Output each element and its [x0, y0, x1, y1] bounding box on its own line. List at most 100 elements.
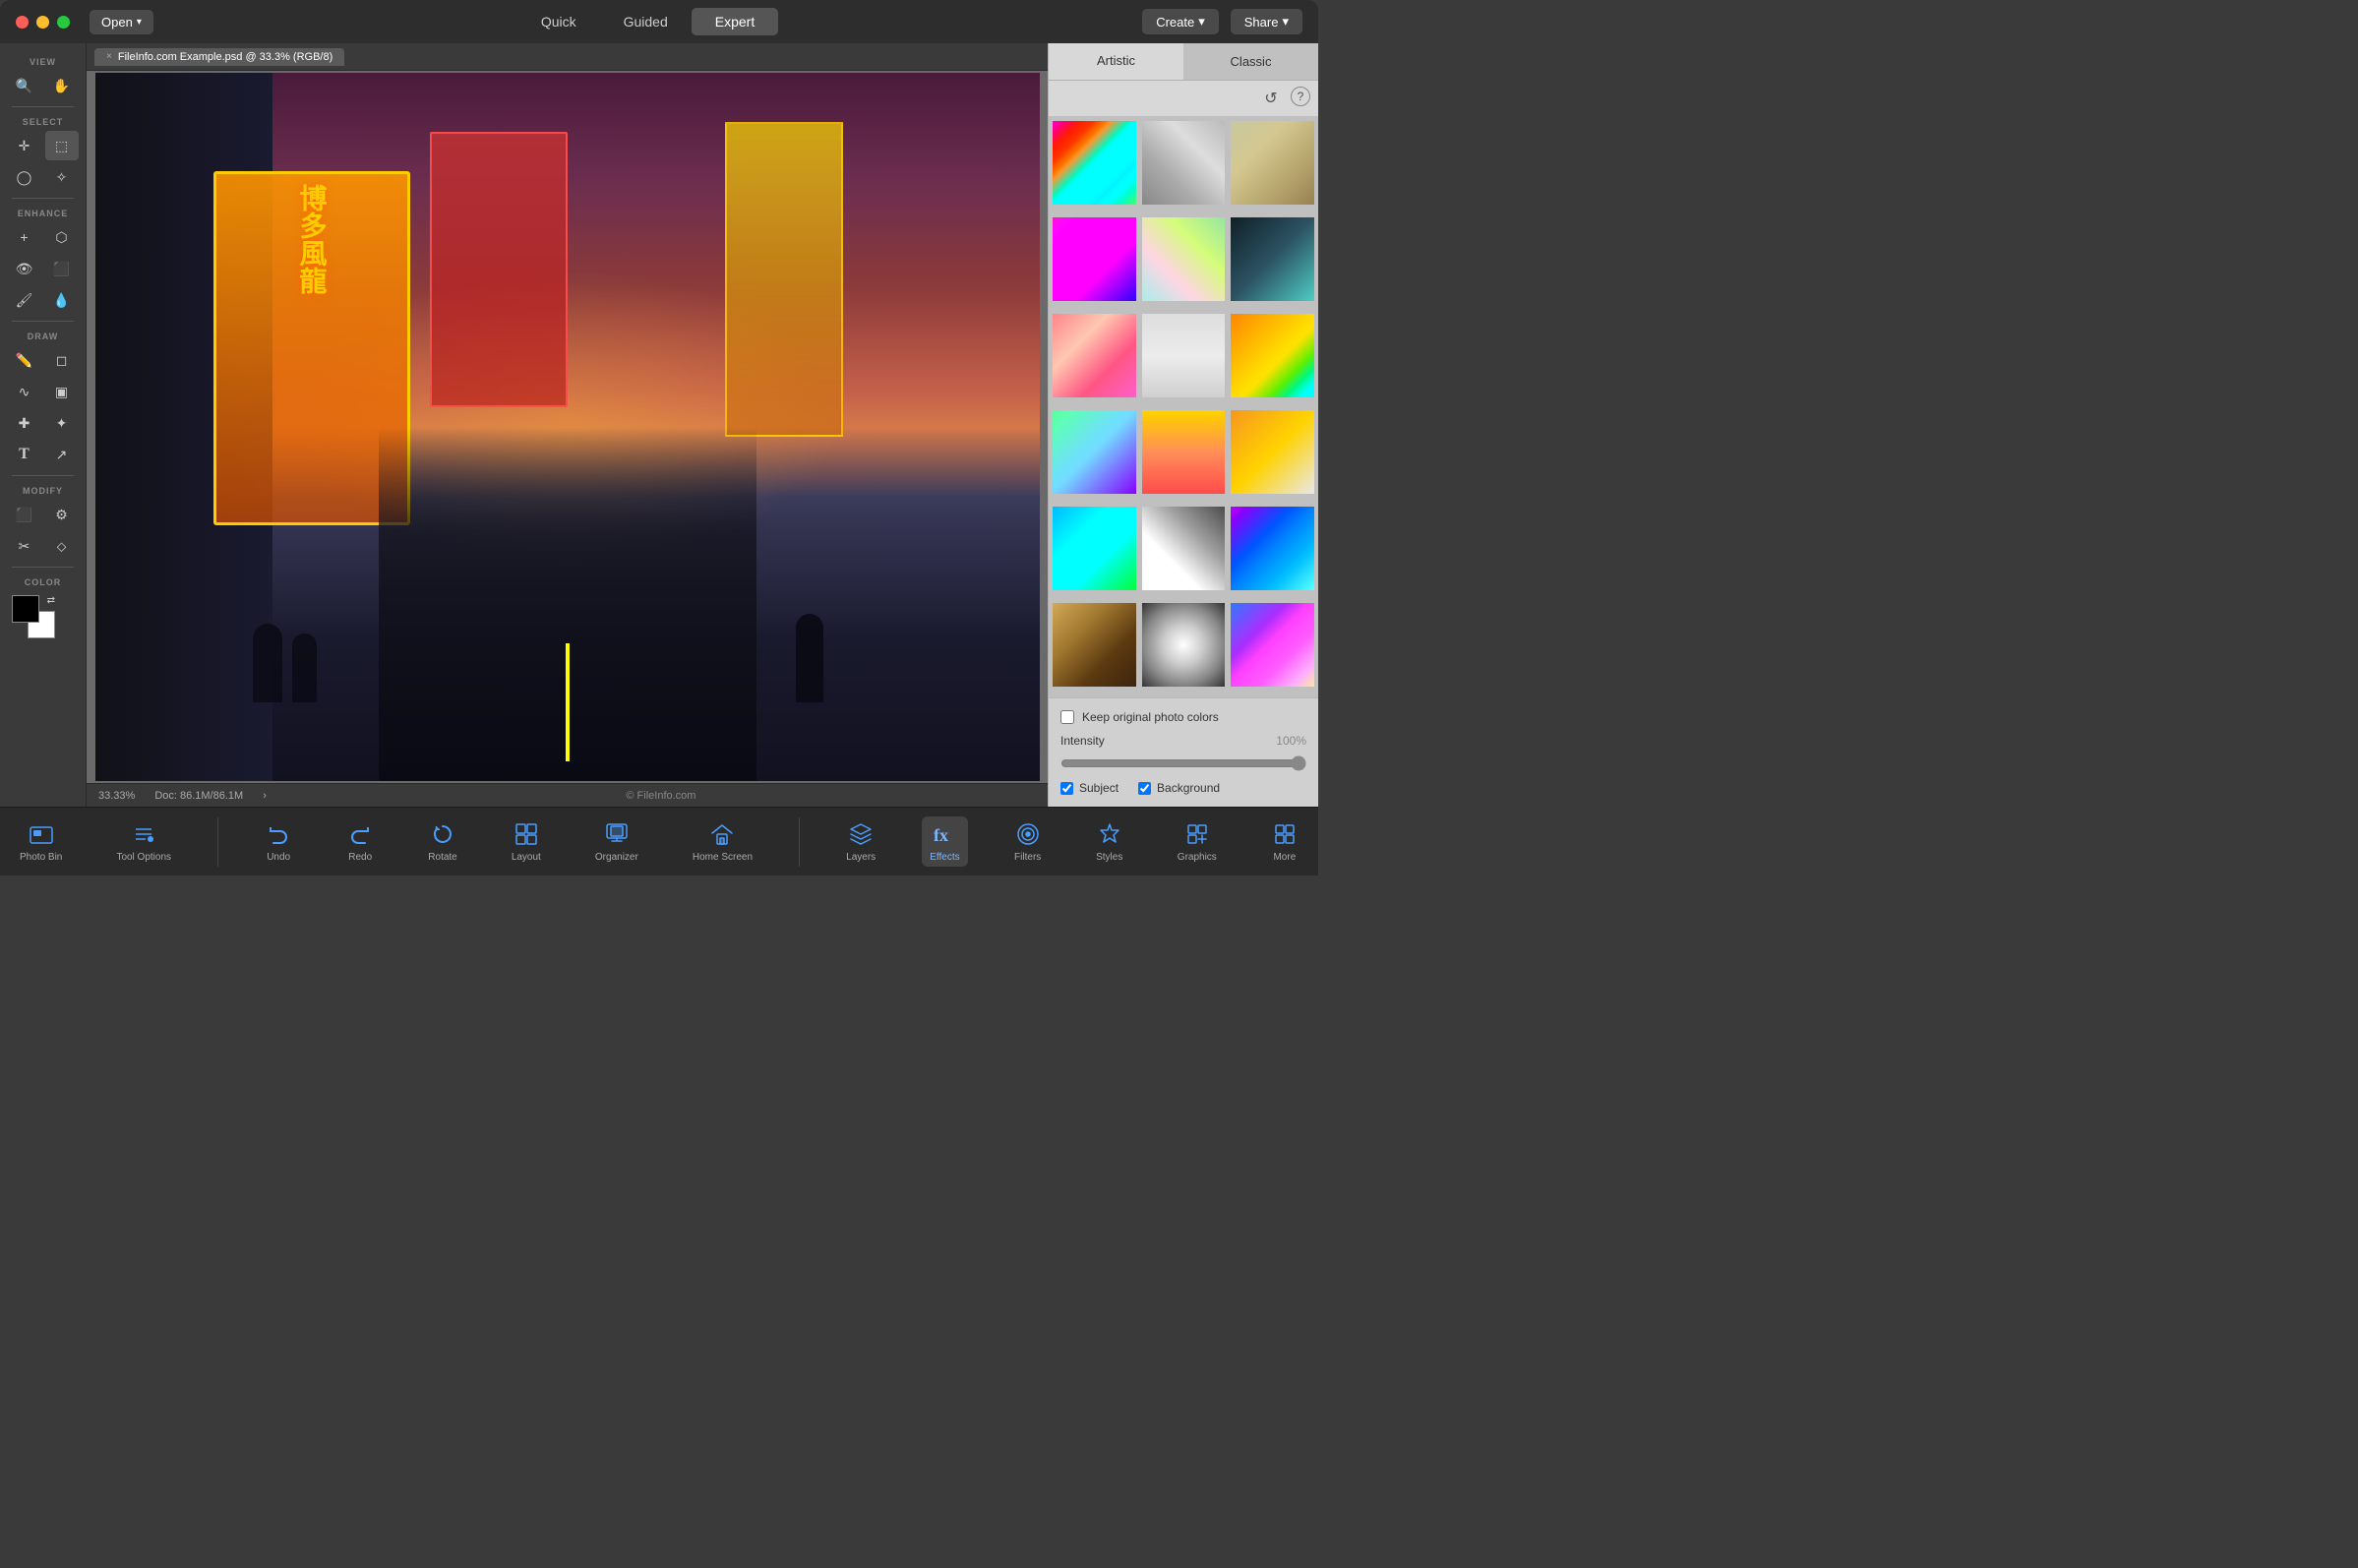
- guided-mode-button[interactable]: Guided: [600, 8, 692, 35]
- main-area: VIEW 🔍 ✋ SELECT ✛ ⬚ ◯ ✧ ENHANCE + ⬡ 👁 ⬛ …: [0, 43, 1318, 807]
- paintbucket-tool[interactable]: ✦: [45, 408, 79, 438]
- refresh-icon[interactable]: ↺: [1259, 87, 1283, 110]
- filter-thumb-5[interactable]: [1140, 215, 1228, 303]
- graphics-tool[interactable]: Graphics: [1170, 816, 1225, 867]
- styles-tool[interactable]: Styles: [1088, 816, 1131, 867]
- hand-tool[interactable]: ✋: [45, 71, 79, 100]
- create-button[interactable]: Create ▾: [1142, 9, 1219, 34]
- close-button[interactable]: [16, 16, 29, 29]
- color-section-label: COLOR: [4, 577, 82, 587]
- foreground-color-swatch[interactable]: [12, 595, 39, 623]
- tool-options-tool[interactable]: Tool Options: [108, 816, 179, 867]
- filter-thumb-4[interactable]: [1051, 215, 1138, 303]
- subject-checkbox[interactable]: [1060, 782, 1073, 795]
- filter-thumb-2[interactable]: [1140, 119, 1228, 207]
- layout-tool[interactable]: Layout: [504, 816, 549, 867]
- help-icon[interactable]: ?: [1291, 87, 1310, 106]
- layers-tool[interactable]: Layers: [838, 816, 883, 867]
- pencil-tool[interactable]: ✏️: [8, 345, 41, 375]
- background-checkbox[interactable]: [1138, 782, 1151, 795]
- filters-icon: [1014, 820, 1042, 848]
- zoom-tool[interactable]: 🔍: [8, 71, 41, 100]
- tab-close-icon[interactable]: ×: [106, 51, 112, 62]
- tab-artistic[interactable]: Artistic: [1049, 43, 1183, 80]
- marquee-tool[interactable]: ⬚: [45, 131, 79, 160]
- intensity-slider[interactable]: [1060, 755, 1306, 771]
- rotate-tool[interactable]: Rotate: [420, 816, 464, 867]
- rotate-icon: [429, 820, 456, 848]
- organizer-tool[interactable]: Organizer: [587, 816, 646, 867]
- subject-label[interactable]: Subject: [1079, 781, 1119, 795]
- person-silhouette-1: [253, 624, 282, 702]
- crop-modify-tool[interactable]: ⬛: [8, 500, 41, 529]
- photo-bin-label: Photo Bin: [20, 852, 62, 863]
- filter-thumb-9[interactable]: [1229, 312, 1316, 399]
- keep-colors-checkbox[interactable]: [1060, 710, 1074, 724]
- maximize-button[interactable]: [57, 16, 70, 29]
- crop-tool[interactable]: +: [8, 222, 41, 252]
- filter-thumb-12[interactable]: [1229, 408, 1316, 496]
- filter-thumb-10[interactable]: [1051, 408, 1138, 496]
- undo-tool[interactable]: Undo: [257, 816, 300, 867]
- eye-tool[interactable]: 👁: [8, 254, 41, 283]
- transform-settings-tool[interactable]: ⚙: [45, 500, 79, 529]
- filter-thumb-8[interactable]: [1140, 312, 1228, 399]
- filter-thumb-14[interactable]: [1140, 505, 1228, 592]
- gradient-tool[interactable]: ▣: [45, 377, 79, 406]
- color-swatches[interactable]: ⇄: [12, 595, 55, 638]
- lasso-tool[interactable]: ◯: [8, 162, 41, 192]
- quick-select-tool[interactable]: ✧: [45, 162, 79, 192]
- open-button[interactable]: Open ▾: [90, 10, 153, 34]
- brush-tool[interactable]: 🖌: [8, 285, 41, 315]
- photo-bin-tool[interactable]: Photo Bin: [12, 816, 70, 867]
- person-silhouette-2: [292, 633, 317, 702]
- divider-4: [12, 475, 74, 476]
- share-button[interactable]: Share ▾: [1231, 9, 1302, 34]
- smart-brush-tool[interactable]: ⬦: [45, 531, 79, 561]
- filter-thumb-6[interactable]: [1229, 215, 1316, 303]
- text-tool[interactable]: T: [8, 440, 41, 469]
- redo-tool[interactable]: Redo: [338, 816, 382, 867]
- filter-thumb-15[interactable]: [1229, 505, 1316, 592]
- filter-preview-11: [1142, 410, 1226, 494]
- drop-tool[interactable]: 💧: [45, 285, 79, 315]
- panel-tabs: Artistic Classic: [1049, 43, 1318, 81]
- eyedropper-tool[interactable]: ✚: [8, 408, 41, 438]
- filter-preview-2: [1142, 121, 1226, 205]
- filter-thumb-1[interactable]: [1051, 119, 1138, 207]
- background-label[interactable]: Background: [1157, 781, 1220, 795]
- layers-icon: [847, 820, 875, 848]
- blur-tool[interactable]: ↗: [45, 440, 79, 469]
- filter-preview-8: [1142, 314, 1226, 397]
- quick-mode-button[interactable]: Quick: [517, 8, 600, 35]
- filter-thumb-18[interactable]: [1229, 601, 1316, 689]
- filter-thumb-17[interactable]: [1140, 601, 1228, 689]
- minimize-button[interactable]: [36, 16, 49, 29]
- filter-thumb-7[interactable]: [1051, 312, 1138, 399]
- smudge-tool[interactable]: ∿: [8, 377, 41, 406]
- healing-tool[interactable]: ⬡: [45, 222, 79, 252]
- more-tool[interactable]: More: [1263, 816, 1306, 867]
- filter-thumb-16[interactable]: [1051, 601, 1138, 689]
- home-screen-tool[interactable]: Home Screen: [685, 816, 760, 867]
- canvas-container[interactable]: 博多風龍: [87, 71, 1048, 783]
- swap-colors-icon[interactable]: ⇄: [47, 595, 55, 606]
- filter-thumb-3[interactable]: [1229, 119, 1316, 207]
- expand-arrow[interactable]: ›: [263, 790, 267, 802]
- left-toolbar: VIEW 🔍 ✋ SELECT ✛ ⬚ ◯ ✧ ENHANCE + ⬡ 👁 ⬛ …: [0, 43, 87, 807]
- eraser-tool[interactable]: ◻: [45, 345, 79, 375]
- move-tool[interactable]: ✛: [8, 131, 41, 160]
- modify-section-label: MODIFY: [4, 486, 82, 496]
- filter-thumb-13[interactable]: [1051, 505, 1138, 592]
- clone-tool[interactable]: ⬛: [45, 254, 79, 283]
- tab-classic[interactable]: Classic: [1183, 43, 1318, 80]
- active-tab[interactable]: × FileInfo.com Example.psd @ 33.3% (RGB/…: [94, 48, 344, 66]
- filter-preview-1: [1053, 121, 1136, 205]
- expert-mode-button[interactable]: Expert: [692, 8, 778, 35]
- content-aware-tool[interactable]: ✂: [8, 531, 41, 561]
- color-section: ⇄: [4, 591, 82, 642]
- keep-colors-label[interactable]: Keep original photo colors: [1082, 710, 1219, 724]
- filters-tool[interactable]: Filters: [1006, 816, 1050, 867]
- effects-tool[interactable]: fx Effects: [922, 816, 967, 867]
- filter-thumb-11[interactable]: [1140, 408, 1228, 496]
